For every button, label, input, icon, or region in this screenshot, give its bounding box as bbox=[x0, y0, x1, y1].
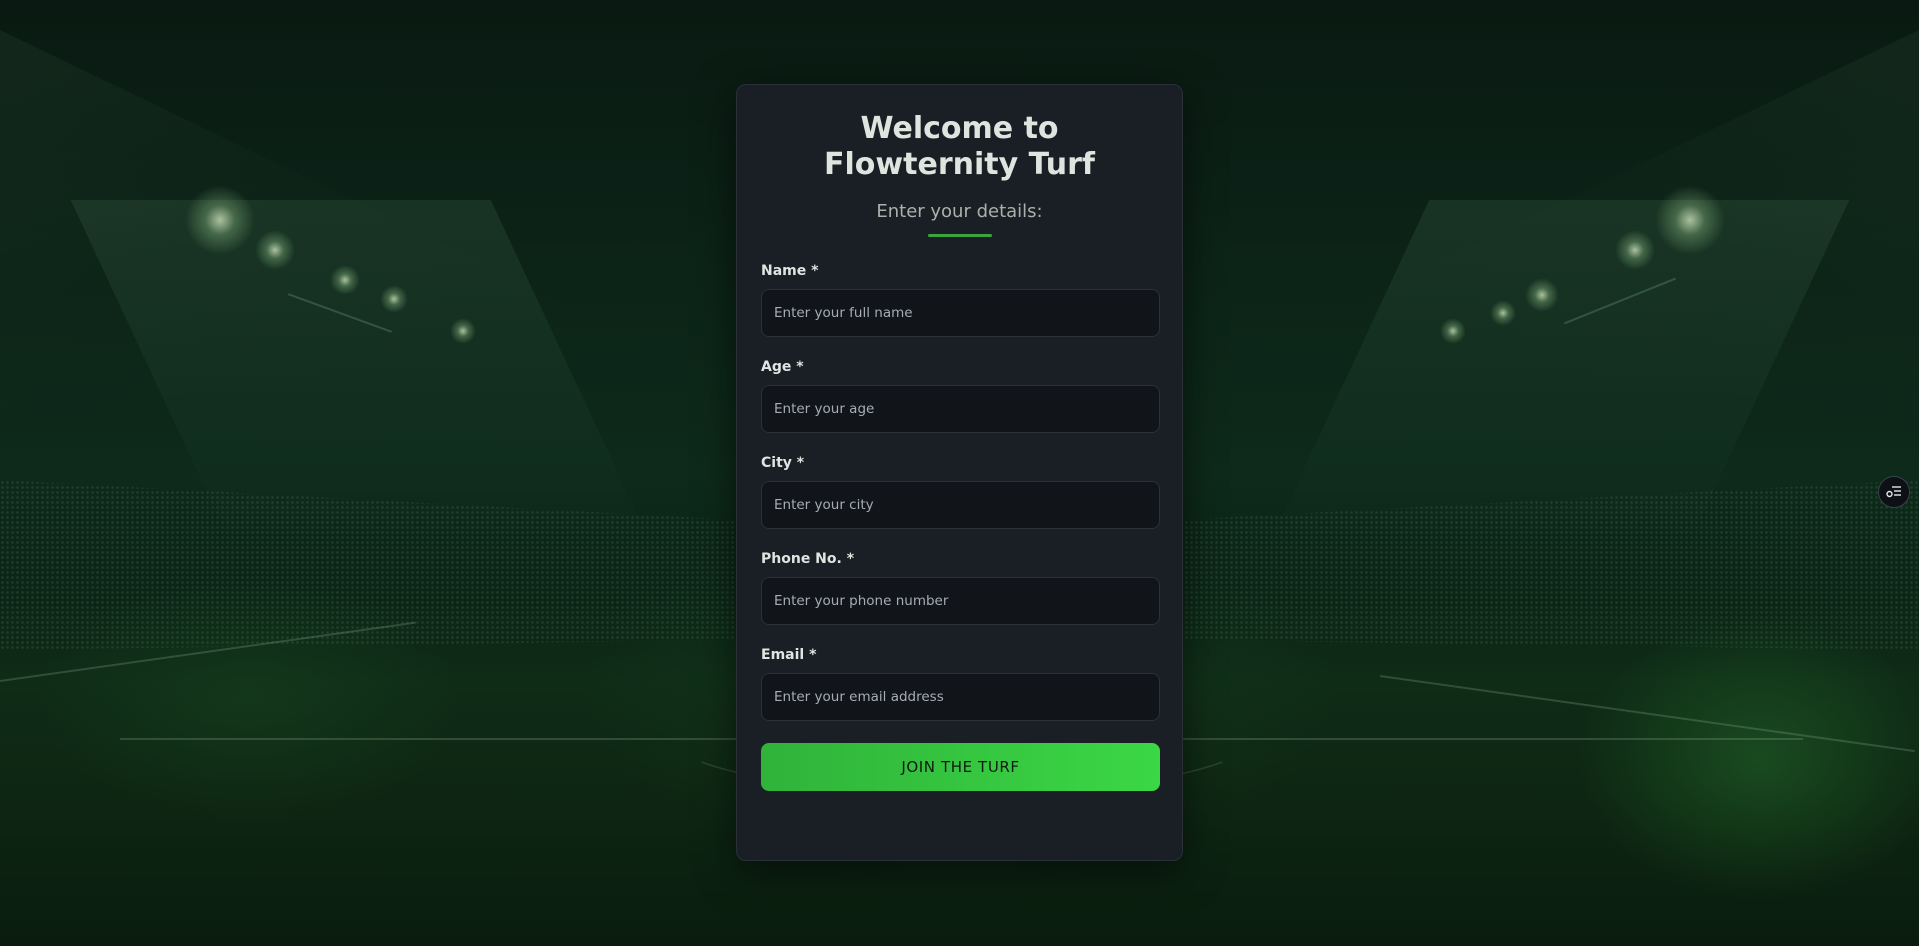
city-label: City * bbox=[761, 455, 805, 471]
form-subtitle: Enter your details: bbox=[876, 201, 1043, 222]
city-field-group: City * bbox=[761, 455, 1160, 529]
phone-label: Phone No. * bbox=[761, 551, 855, 567]
field-line bbox=[1379, 675, 1915, 753]
floodlight bbox=[185, 185, 255, 255]
settings-list-icon bbox=[1886, 483, 1902, 502]
title-divider bbox=[927, 234, 992, 237]
floodlight bbox=[330, 265, 360, 295]
join-turf-button[interactable]: JOIN THE TURF bbox=[761, 743, 1160, 791]
floodlight bbox=[1615, 230, 1655, 270]
floodlight bbox=[1655, 185, 1725, 255]
email-input[interactable] bbox=[761, 673, 1160, 721]
email-field-group: Email * bbox=[761, 647, 1160, 721]
side-panel-toggle-button[interactable] bbox=[1878, 476, 1910, 508]
age-label: Age * bbox=[761, 359, 804, 375]
age-input[interactable] bbox=[761, 385, 1160, 433]
floodlight bbox=[1490, 300, 1516, 326]
floodlight bbox=[380, 285, 408, 313]
floodlight bbox=[255, 230, 295, 270]
age-field-group: Age * bbox=[761, 359, 1160, 433]
city-input[interactable] bbox=[761, 481, 1160, 529]
name-input[interactable] bbox=[761, 289, 1160, 337]
stadium-background: Welcome to Flowternity Turf Enter your d… bbox=[0, 0, 1919, 946]
phone-input[interactable] bbox=[761, 577, 1160, 625]
floodlight bbox=[1440, 318, 1466, 344]
floodlight bbox=[450, 318, 476, 344]
registration-card: Welcome to Flowternity Turf Enter your d… bbox=[736, 84, 1183, 861]
email-label: Email * bbox=[761, 647, 817, 663]
field-line bbox=[120, 738, 740, 740]
phone-field-group: Phone No. * bbox=[761, 551, 1160, 625]
floodlight bbox=[1525, 278, 1559, 312]
page-title: Welcome to Flowternity Turf bbox=[824, 111, 1095, 182]
name-label: Name * bbox=[761, 263, 819, 279]
registration-form: Name * Age * City * Phone No. * Email * … bbox=[761, 263, 1160, 791]
field-line bbox=[1183, 738, 1803, 740]
name-field-group: Name * bbox=[761, 263, 1160, 337]
